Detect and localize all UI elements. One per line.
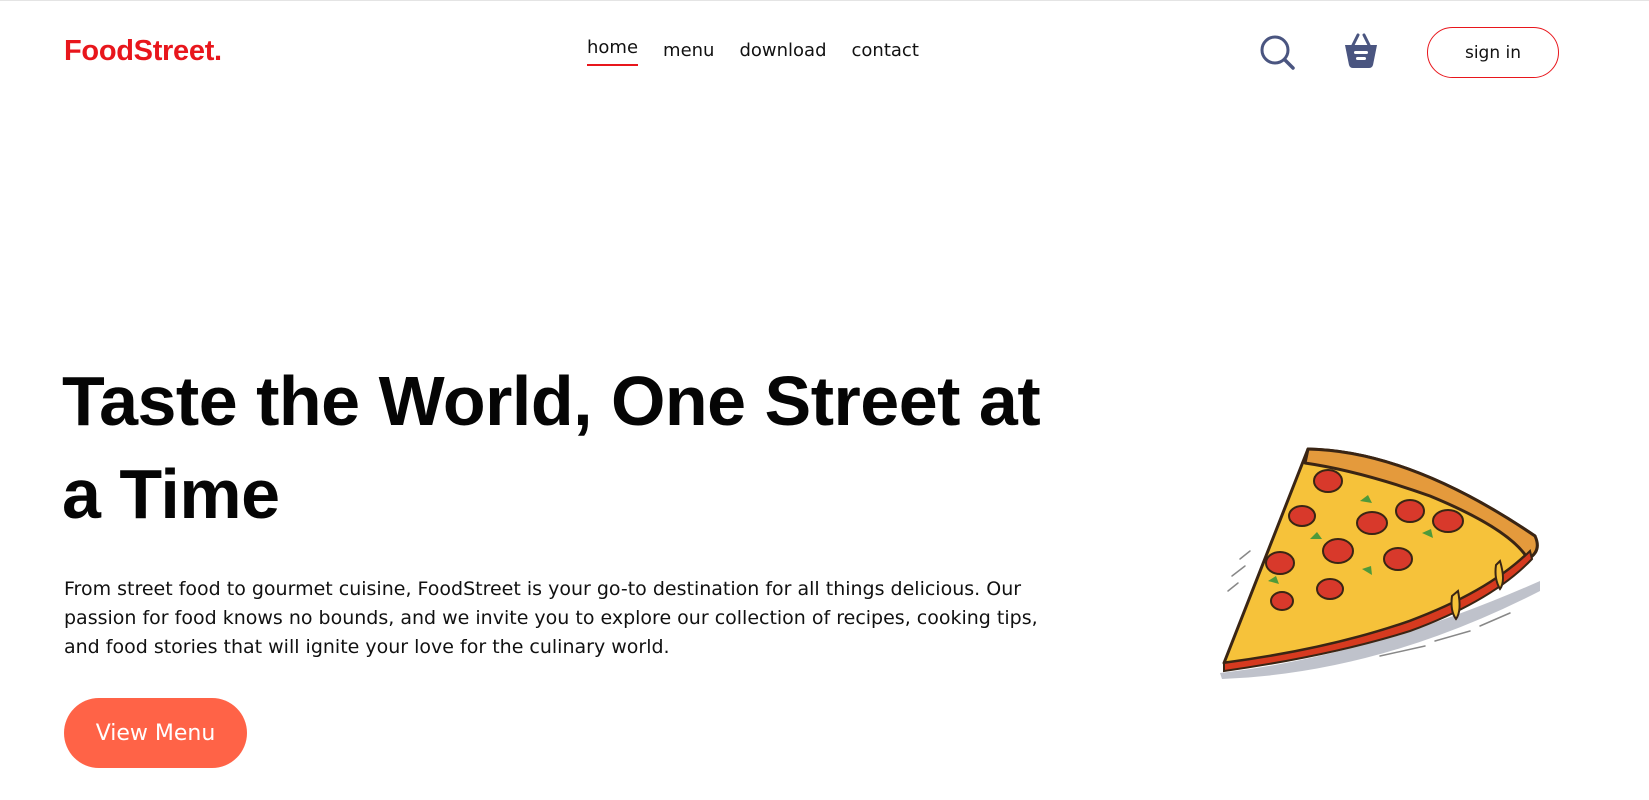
sign-in-button[interactable]: sign in [1427,27,1559,78]
search-button[interactable] [1258,33,1298,73]
landing-page: FoodStreet. home menu download contact s… [0,0,1649,800]
shopping-basket-icon [1345,33,1377,68]
nav-link-contact[interactable]: contact [852,39,919,69]
hero-description: From street food to gourmet cuisine, Foo… [64,578,1038,658]
view-menu-button[interactable]: View Menu [64,698,247,768]
search-icon [1260,35,1295,70]
nav-link-menu[interactable]: menu [663,39,714,69]
nav-link-home[interactable]: home [587,36,639,66]
cart-button[interactable] [1341,31,1381,71]
pizza-slice-illustration [1220,447,1540,679]
hero-title: Taste the World, One Street at a Time [62,362,1041,533]
brand-logo[interactable]: FoodStreet. [64,35,222,68]
main-nav: home menu download contact [587,36,919,69]
nav-link-download[interactable]: download [739,39,826,69]
